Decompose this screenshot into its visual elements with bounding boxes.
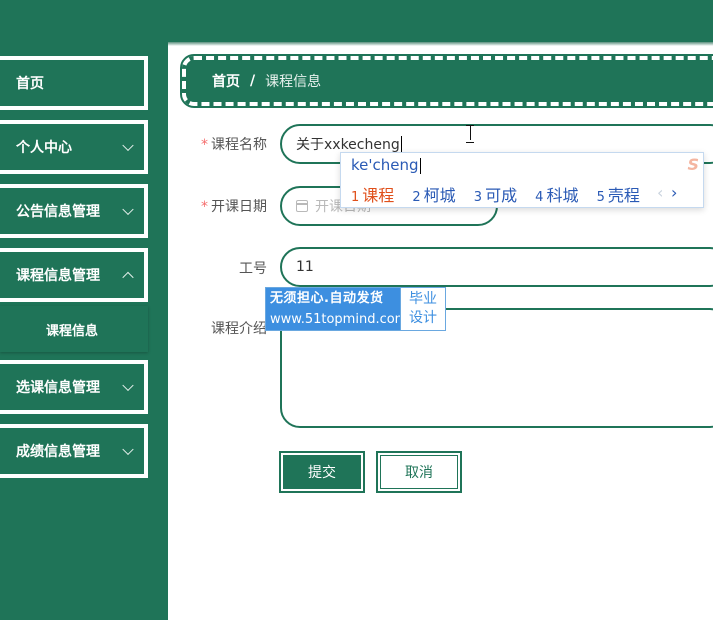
ime-candidate-popup: ke'cheng 1 课程 2 柯城 3 可成 4 科城 5 壳程 ‹ › S: [340, 152, 704, 208]
watermark-line1: 无须担心.自动发货: [270, 291, 384, 306]
calendar-icon: [296, 200, 308, 212]
submit-button-label: 提交: [308, 465, 336, 481]
sidebar-item-label: 个人中心: [16, 140, 72, 156]
job-number-label: 工号: [172, 258, 267, 278]
text-caret: [400, 136, 402, 152]
ime-candidate-number: 1: [351, 190, 360, 205]
watermark-badge: 无须担心.自动发货 www.51topmind.com 毕业 设计: [265, 287, 446, 331]
sidebar-item-home[interactable]: 首页: [0, 56, 148, 110]
ime-candidate-text: 科城: [546, 186, 579, 205]
watermark-line2: www.51topmind.com: [270, 312, 408, 327]
ime-candidate-number: 5: [596, 190, 605, 205]
ime-composition-text: ke'cheng: [351, 156, 419, 174]
ime-candidate-5[interactable]: 5 壳程: [597, 186, 640, 205]
chevron-down-icon: [122, 379, 134, 392]
ime-candidate-4[interactable]: 4 科城: [535, 186, 578, 205]
job-number-label-text: 工号: [239, 261, 267, 277]
start-date-label-text: 开课日期: [211, 199, 267, 215]
chevron-down-icon: [122, 139, 134, 152]
watermark-right: 毕业 设计: [400, 288, 445, 330]
watermark-right2: 设计: [409, 310, 437, 326]
sidebar-item-personal-center[interactable]: 个人中心: [0, 120, 148, 174]
chevron-up-icon: [122, 271, 134, 284]
ime-candidate-text: 壳程: [607, 186, 640, 205]
required-mark: *: [201, 137, 208, 153]
ime-next-page-icon[interactable]: ›: [671, 183, 677, 202]
course-name-label: * 课程名称: [172, 134, 267, 154]
ime-candidate-1[interactable]: 1 课程: [351, 186, 394, 205]
ime-composition: ke'cheng: [351, 156, 421, 174]
breadcrumb-home-link[interactable]: 首页: [212, 71, 240, 91]
ime-candidate-number: 4: [535, 190, 544, 205]
sidebar-item-announcement-management[interactable]: 公告信息管理: [0, 184, 148, 238]
ime-candidate-text: 课程: [362, 186, 395, 205]
ime-prev-page-icon[interactable]: ‹: [657, 183, 663, 202]
ime-caret: [419, 157, 421, 174]
text-cursor-icon: [466, 125, 474, 143]
sidebar: 首页 个人中心 公告信息管理 课程信息管理 课程信息 选课信息管理 成绩信息管理: [0, 42, 168, 620]
sidebar-item-course-management[interactable]: 课程信息管理: [0, 248, 148, 302]
sidebar-subitem-label: 课程信息: [46, 323, 99, 339]
start-date-label: * 开课日期: [172, 196, 267, 216]
sidebar-item-label: 首页: [16, 76, 44, 92]
top-header-bar: [0, 0, 713, 42]
ime-candidate-3[interactable]: 3 可成: [474, 186, 517, 205]
submit-button[interactable]: 提交: [279, 451, 365, 493]
sidebar-item-label: 成绩信息管理: [16, 444, 100, 460]
cancel-button-label: 取消: [405, 465, 433, 481]
sidebar-item-label: 课程信息管理: [16, 268, 100, 284]
ime-candidate-number: 3: [473, 190, 483, 205]
course-name-label-text: 课程名称: [211, 137, 267, 153]
ime-candidate-text: 柯城: [423, 186, 456, 205]
sidebar-item-label: 选课信息管理: [16, 380, 100, 396]
sidebar-subitem-course-info[interactable]: 课程信息: [0, 306, 148, 352]
ime-candidate-list: 1 课程 2 柯城 3 可成 4 科城 5 壳程: [351, 182, 653, 206]
sidebar-item-label: 公告信息管理: [16, 204, 100, 220]
cancel-button[interactable]: 取消: [376, 451, 462, 493]
intro-label: 课程介绍: [172, 318, 267, 338]
course-name-value: 关于xxkecheng: [296, 137, 400, 153]
chevron-down-icon: [122, 443, 134, 456]
breadcrumb: 首页 / 课程信息: [180, 54, 713, 108]
required-mark: *: [201, 199, 208, 215]
chevron-down-icon: [122, 203, 134, 216]
job-number-value: 11: [296, 259, 314, 275]
intro-label-text: 课程介绍: [211, 321, 267, 337]
ime-logo-icon: S: [687, 155, 699, 174]
watermark-left: 无须担心.自动发货 www.51topmind.com: [266, 288, 408, 330]
sidebar-item-grade-management[interactable]: 成绩信息管理: [0, 424, 148, 478]
ime-candidate-2[interactable]: 2 柯城: [412, 186, 455, 205]
sidebar-item-course-selection-management[interactable]: 选课信息管理: [0, 360, 148, 414]
job-number-input[interactable]: 11: [280, 247, 713, 287]
watermark-right1: 毕业: [409, 291, 437, 307]
ime-candidate-text: 可成: [485, 186, 518, 205]
ime-candidate-number: 2: [412, 190, 421, 205]
breadcrumb-separator: /: [250, 73, 256, 89]
breadcrumb-current: 课程信息: [265, 74, 322, 90]
